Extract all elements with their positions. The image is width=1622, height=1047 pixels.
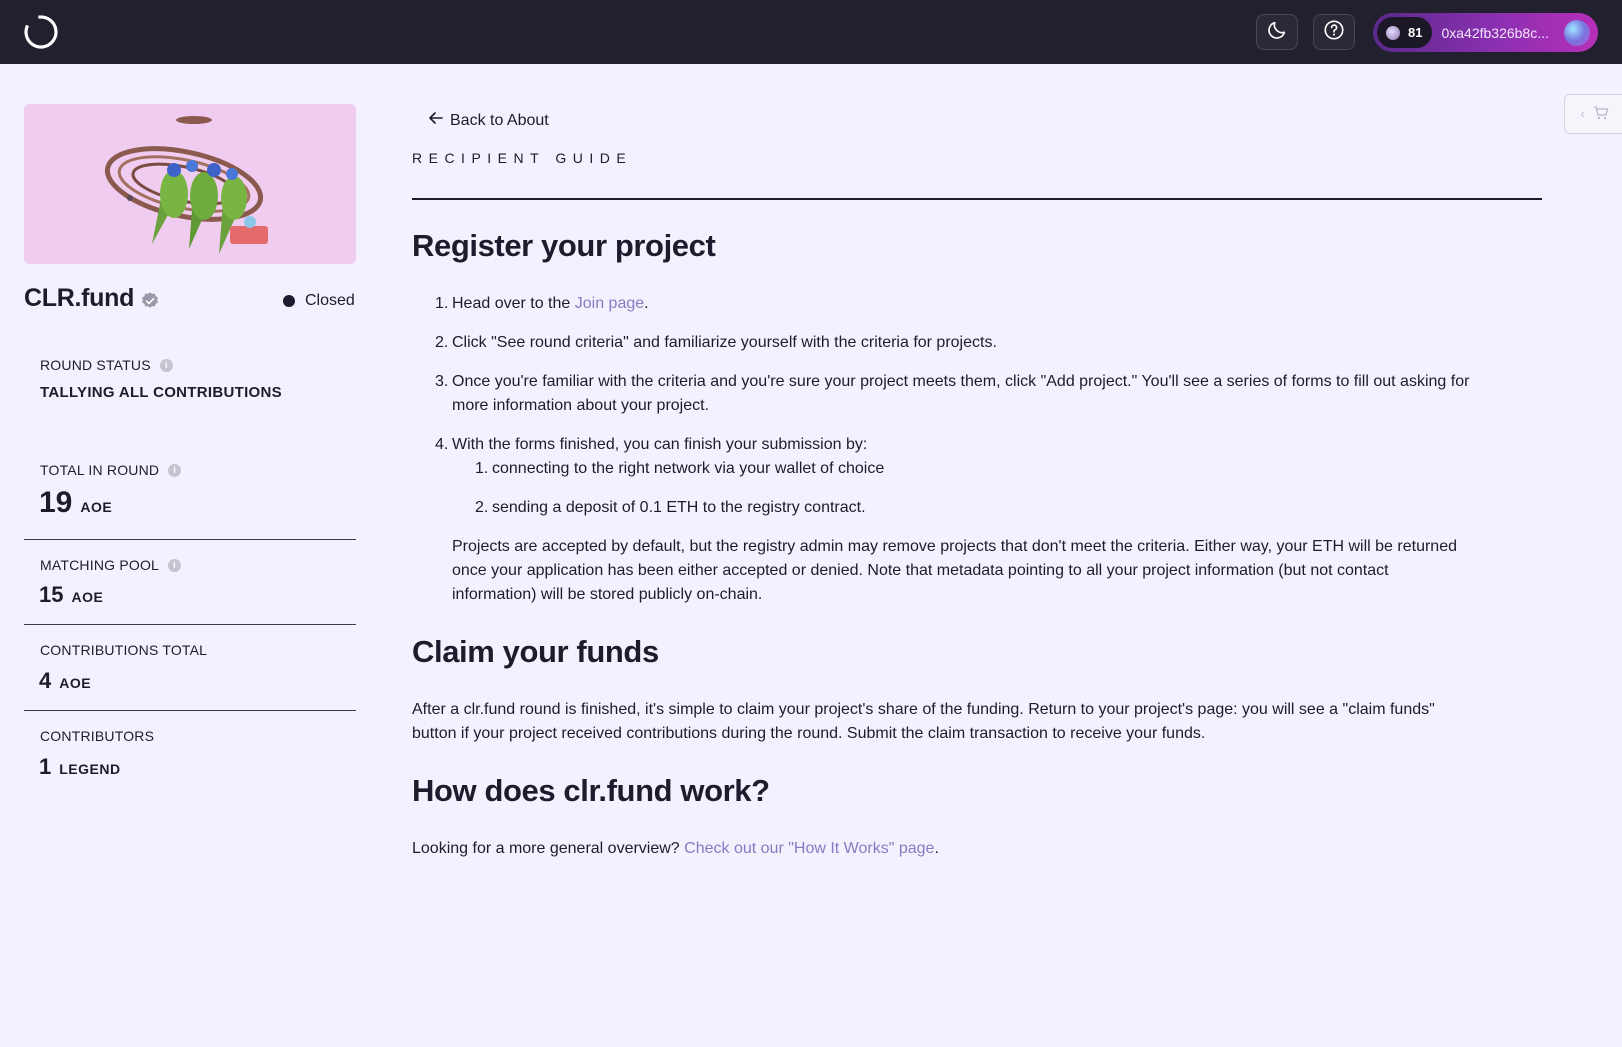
contributions-total-value: 4 AOE: [39, 668, 91, 694]
moon-icon: [1266, 19, 1288, 46]
list-item: 1. Head over to the Join page.: [435, 295, 649, 312]
divider: [412, 198, 1542, 200]
help-icon: [1323, 19, 1345, 46]
list-item-text: connecting to the right network via your…: [492, 460, 885, 477]
paragraph-line: After a clr.fund round is finished, it's…: [412, 701, 1435, 718]
total-in-round-value: 19 AOE: [39, 486, 112, 520]
paragraph-text: .: [934, 840, 939, 857]
stat-number: 15: [39, 582, 64, 607]
back-link-label: Back to About: [450, 111, 549, 129]
note-line: Projects are accepted by default, but th…: [452, 538, 1457, 555]
divider: [24, 624, 356, 625]
register-note: Projects are accepted by default, but th…: [452, 535, 1457, 607]
list-item-text: sending a deposit of 0.1 ETH to the regi…: [492, 499, 866, 516]
how-paragraph: Looking for a more general overview? Che…: [412, 837, 939, 861]
clrfund-logo-icon[interactable]: [22, 13, 60, 51]
list-item-text: With the forms finished, you can finish …: [452, 436, 868, 453]
stat-number: 4: [39, 668, 52, 693]
list-item-text: .: [644, 295, 649, 312]
paragraph-line: button if your project received contribu…: [412, 725, 1206, 742]
token-icon: [1386, 25, 1400, 40]
cart-toggle-button[interactable]: ‹: [1564, 94, 1622, 134]
claim-paragraph: After a clr.fund round is finished, it's…: [412, 698, 1435, 746]
arrow-left-icon: [428, 111, 444, 130]
sub-list-item: 2. sending a deposit of 0.1 ETH to the r…: [475, 499, 866, 516]
matching-pool-value: 15 AOE: [39, 582, 103, 608]
back-to-about-link[interactable]: Back to About: [428, 111, 549, 130]
round-status-label: ROUND STATUS i: [40, 357, 173, 373]
round-state-label: Closed: [305, 292, 355, 309]
note-line: information) will be stored publicly on-…: [452, 586, 763, 603]
register-heading: Register your project: [412, 228, 716, 263]
how-it-works-link[interactable]: Check out our "How It Works" page: [684, 840, 934, 857]
paragraph-text: Looking for a more general overview?: [412, 840, 685, 857]
page-eyebrow: RECIPIENT GUIDE: [412, 150, 633, 166]
list-item-text: more information about your project.: [452, 397, 710, 414]
info-icon[interactable]: i: [159, 358, 173, 372]
cart-icon: [1593, 105, 1609, 123]
stat-number: 1: [39, 754, 52, 779]
divider: [24, 539, 356, 540]
note-line: once your application has been either ac…: [452, 562, 1389, 579]
contributors-label-text: CONTRIBUTORS: [40, 728, 155, 744]
divider: [24, 710, 356, 711]
info-icon[interactable]: i: [168, 463, 182, 477]
list-item-text: Click "See round criteria" and familiari…: [452, 334, 997, 351]
stat-unit: AOE: [59, 675, 92, 691]
round-banner-image: [24, 104, 356, 264]
wallet-address: 0xa42fb326b8c...: [1441, 24, 1549, 41]
stat-unit: AOE: [71, 589, 104, 605]
stat-unit: LEGEND: [59, 761, 121, 777]
stat-number: 19: [39, 486, 73, 519]
total-in-round-label: TOTAL IN ROUND i: [40, 462, 182, 478]
contributors-label: CONTRIBUTORS: [40, 728, 154, 744]
verified-badge-icon: [140, 289, 160, 309]
wallet-button[interactable]: 81 0xa42fb326b8c...: [1373, 13, 1598, 52]
contributors-value: 1 LEGEND: [39, 754, 121, 780]
list-item-text: Once you're familiar with the criteria a…: [452, 373, 1470, 390]
contributions-total-label: CONTRIBUTIONS TOTAL: [40, 642, 207, 658]
sub-list-item: 1. connecting to the right network via y…: [475, 460, 885, 477]
round-name: CLR.fund: [24, 284, 135, 312]
top-nav: 81 0xa42fb326b8c...: [0, 0, 1622, 64]
matching-pool-label: MATCHING POOL i: [40, 557, 182, 573]
info-icon[interactable]: i: [168, 558, 182, 572]
list-item: 3. Once you're familiar with the criteri…: [435, 370, 1470, 418]
status-dot-icon: [283, 295, 295, 307]
wallet-avatar: [1564, 19, 1590, 46]
list-item: 4. With the forms finished, you can fini…: [435, 436, 868, 453]
total-in-round-label-text: TOTAL IN ROUND: [40, 462, 160, 478]
round-status-label-text: ROUND STATUS: [40, 357, 151, 373]
help-button[interactable]: [1313, 14, 1355, 50]
list-item: 2. Click "See round criteria" and famili…: [435, 334, 997, 351]
matching-pool-label-text: MATCHING POOL: [40, 557, 160, 573]
round-title: CLR.fund: [24, 284, 160, 313]
round-state-badge: Closed: [283, 292, 355, 310]
wallet-balance: 81: [1377, 17, 1433, 48]
wallet-balance-value: 81: [1408, 25, 1423, 40]
join-page-link[interactable]: Join page: [575, 295, 644, 312]
contributions-total-label-text: CONTRIBUTIONS TOTAL: [40, 642, 208, 658]
claim-heading: Claim your funds: [412, 634, 659, 669]
dark-mode-toggle-button[interactable]: [1256, 14, 1298, 50]
stat-unit: AOE: [80, 499, 113, 515]
list-item-text: Head over to the: [452, 295, 575, 312]
round-status-value: TALLYING ALL CONTRIBUTIONS: [40, 384, 282, 401]
chevron-left-icon: ‹: [1580, 107, 1585, 121]
how-heading: How does clr.fund work?: [412, 773, 770, 808]
